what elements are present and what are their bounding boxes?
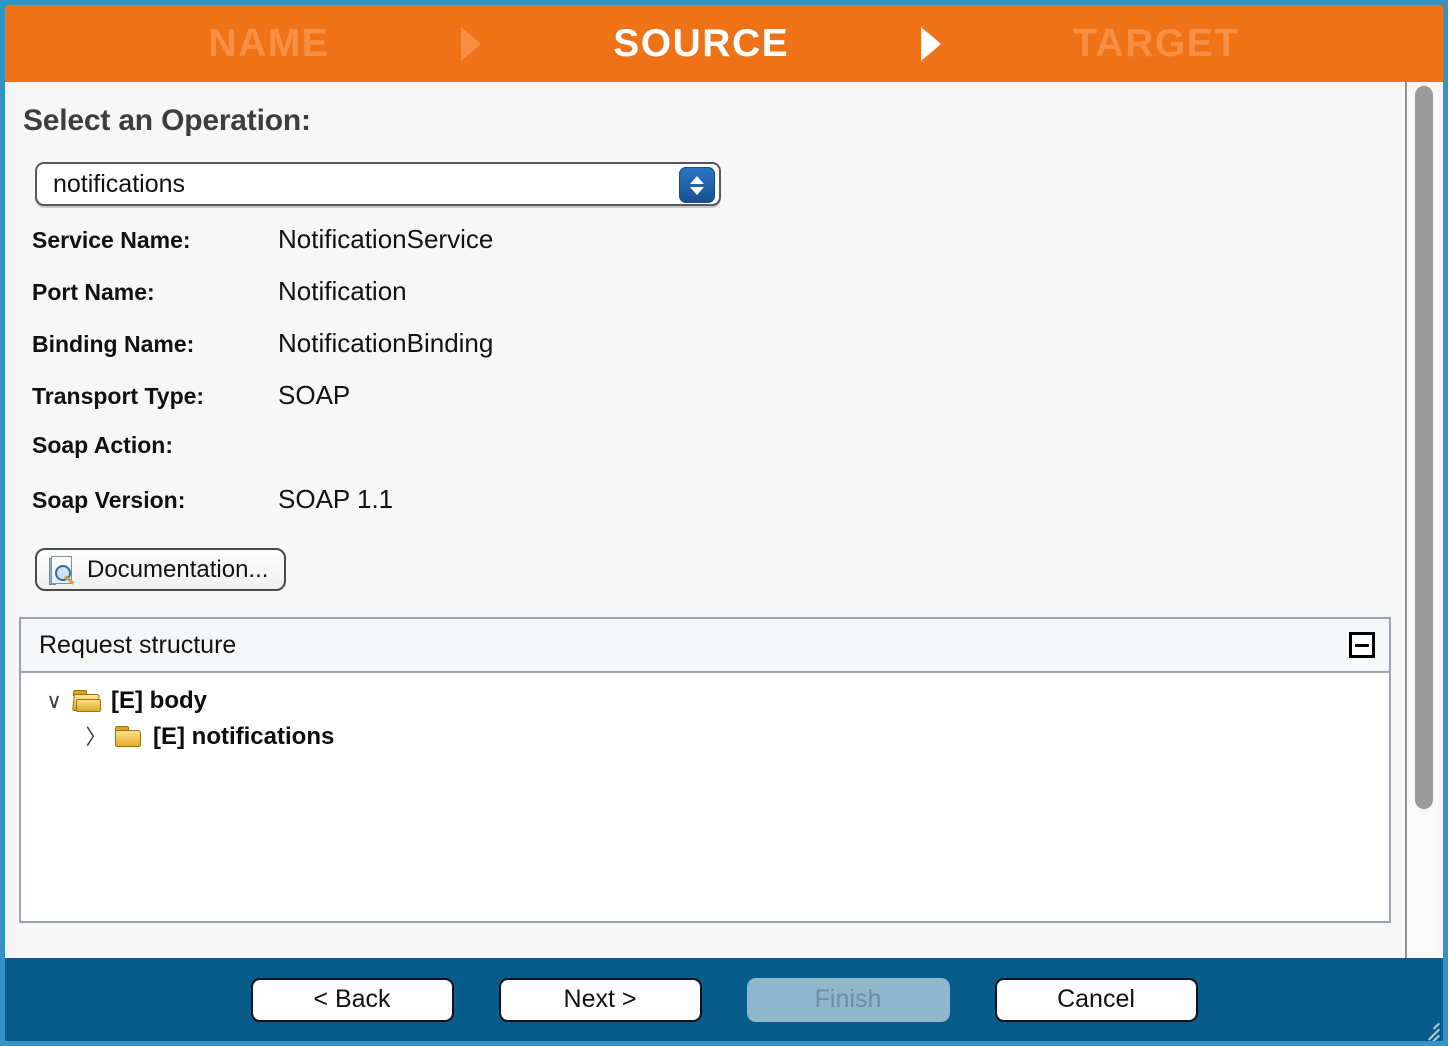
detail-label: Transport Type:	[5, 383, 278, 410]
stepper-up-down-icon[interactable]	[679, 167, 715, 203]
minus-square-icon[interactable]	[1349, 632, 1375, 658]
operation-select[interactable]: notifications	[35, 162, 721, 206]
scrollbar-thumb[interactable]	[1415, 86, 1433, 809]
resize-grip[interactable]	[1416, 1014, 1440, 1038]
tree-node-label: [E] body	[111, 687, 207, 715]
detail-row: Soap Action:	[5, 432, 1405, 484]
request-structure-title: Request structure	[39, 631, 236, 660]
triangle-right-icon	[921, 27, 941, 61]
detail-row: Transport Type: SOAP	[5, 380, 1405, 432]
chevron-down-icon	[690, 187, 704, 195]
chevron-down-icon[interactable]: ∨	[45, 691, 63, 712]
next-button[interactable]: Next >	[499, 978, 702, 1022]
documentation-button[interactable]: Documentation...	[35, 548, 286, 591]
documentation-button-label: Documentation...	[87, 556, 268, 584]
cancel-button[interactable]: Cancel	[995, 978, 1198, 1022]
detail-label: Soap Action:	[5, 432, 278, 459]
detail-value: SOAP	[278, 380, 350, 411]
detail-value: NotificationBinding	[278, 328, 493, 359]
vertical-scrollbar[interactable]	[1405, 82, 1438, 958]
wizard-window: NAME SOURCE TARGET Select an Operation: …	[0, 0, 1448, 1046]
breadcrumb-step-source[interactable]: SOURCE	[611, 24, 791, 63]
detail-label: Soap Version:	[5, 487, 278, 514]
detail-row: Binding Name: NotificationBinding	[5, 328, 1405, 380]
detail-row: Soap Version: SOAP 1.1	[5, 484, 1405, 536]
wizard-footer: < Back Next > Finish Cancel	[5, 958, 1443, 1041]
wizard-breadcrumb-header: NAME SOURCE TARGET	[5, 5, 1443, 82]
operation-select-value: notifications	[37, 170, 185, 199]
folder-closed-icon	[115, 726, 143, 748]
detail-value: NotificationService	[278, 224, 493, 255]
tree-row[interactable]: ∨ [E] body	[21, 683, 1389, 719]
page-title: Select an Operation:	[23, 104, 1405, 138]
request-structure-tree[interactable]: ∨ [E] body 〉 [E	[21, 673, 1389, 921]
document-search-icon	[49, 556, 75, 584]
detail-value: Notification	[278, 276, 407, 307]
detail-value: SOAP 1.1	[278, 484, 393, 515]
breadcrumb-step-name[interactable]: NAME	[206, 24, 331, 63]
request-structure-panel: Request structure ∨ [E] body	[19, 617, 1391, 923]
detail-label: Service Name:	[5, 227, 278, 254]
detail-row: Port Name: Notification	[5, 276, 1405, 328]
triangle-right-icon	[461, 27, 481, 61]
operation-details: Service Name: NotificationService Port N…	[5, 224, 1405, 536]
finish-button: Finish	[747, 978, 950, 1022]
main-content: Select an Operation: notifications Servi…	[5, 82, 1443, 958]
detail-label: Binding Name:	[5, 331, 278, 358]
detail-row: Service Name: NotificationService	[5, 224, 1405, 276]
detail-label: Port Name:	[5, 279, 278, 306]
tree-node-label: [E] notifications	[153, 723, 334, 751]
chevron-right-icon[interactable]: 〉	[87, 727, 105, 748]
request-structure-header: Request structure	[21, 619, 1389, 673]
folder-open-icon	[73, 690, 101, 712]
tree-row[interactable]: 〉 [E] notifications	[21, 719, 1389, 755]
back-button[interactable]: < Back	[251, 978, 454, 1022]
chevron-up-icon	[690, 176, 704, 184]
breadcrumb-step-target[interactable]: TARGET	[1071, 24, 1241, 63]
